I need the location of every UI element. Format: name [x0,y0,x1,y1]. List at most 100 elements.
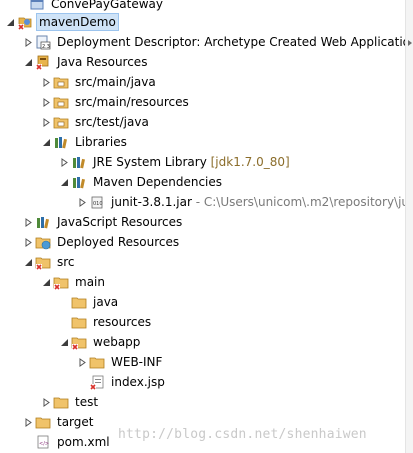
tree-item-label: src/main/java [75,75,156,89]
tree-item-label-group: junit-3.8.1.jar - C:\Users\unicom\.m2\re… [109,194,406,210]
collapse-arrow-icon[interactable] [76,354,88,370]
project-explorer-tree: ConvePayGateway mavenDemo 2.3 Deployment… [0,0,413,453]
tree-item-src[interactable]: src [0,252,406,272]
tree-item-main[interactable]: main [0,272,406,292]
expand-arrow-icon[interactable] [40,134,52,150]
library-icon [70,154,88,170]
scroll-right-arrow-icon[interactable] [406,38,413,48]
tree-item-label: JRE System Library [93,155,207,169]
tree-item-label-group: JRE System Library [jdk1.7.0_80] [91,154,292,170]
expand-arrow-icon[interactable] [4,14,16,30]
tree-item-resources[interactable]: resources [0,312,406,332]
tree-item-src-test-java[interactable]: src/test/java [0,112,406,132]
collapse-arrow-icon[interactable] [40,114,52,130]
folder-icon [70,294,88,310]
watermark-text: http://blog.csdn.net/shenhaiwen [118,427,367,442]
folder-icon [52,394,70,410]
tree-item-label: ConvePayGateway [51,0,163,11]
source-folder-icon [52,114,70,130]
collapse-arrow-icon[interactable] [22,414,34,430]
tree-item-label: Java Resources [57,55,148,69]
tree-item-deployment-descriptor[interactable]: 2.3 Deployment Descriptor: Archetype Cre… [0,32,406,52]
tree-item-src-main-resources[interactable]: src/main/resources [0,92,406,112]
tree-item-label: WEB-INF [111,355,163,369]
tree-item-label: src/test/java [75,115,149,129]
tree-item-label: Deployment Descriptor: Archetype Created… [57,35,406,49]
tree-item-label: Libraries [75,135,127,149]
folder-error-icon [70,334,88,350]
expand-arrow-icon[interactable] [40,274,52,290]
folder-icon [34,414,52,430]
tree-item-jre-system-library[interactable]: JRE System Library [jdk1.7.0_80] [0,152,406,172]
javascript-resources-icon [34,214,52,230]
svg-text:2.3: 2.3 [42,44,50,50]
expand-arrow-icon[interactable] [58,334,70,350]
tree-item-label: src/main/resources [75,95,189,109]
tree-item-maven-dependencies[interactable]: Maven Dependencies [0,172,406,192]
collapse-arrow-icon[interactable] [40,394,52,410]
collapse-arrow-icon[interactable] [22,234,34,250]
tree-item-label: resources [93,315,152,329]
web-project-error-icon [16,14,34,30]
collapse-arrow-icon[interactable] [22,34,34,50]
xml-file-icon: </> [34,434,52,450]
tree-item-label: src [57,255,75,269]
tree-item-javascript-resources[interactable]: JavaScript Resources [0,212,406,232]
library-icon [70,174,88,190]
folder-icon [88,354,106,370]
folder-error-icon [34,254,52,270]
tree-item-label: Maven Dependencies [93,175,223,189]
deployed-resources-icon [34,234,52,250]
expand-arrow-icon[interactable] [22,254,34,270]
collapse-arrow-icon[interactable] [40,94,52,110]
tree-item-label: target [57,415,94,429]
tree-item-mavendemo[interactable]: mavenDemo [0,12,406,32]
tree-item-label: mavenDemo [36,13,119,31]
tree-item-label: test [75,395,99,409]
tree-item-label: index.jsp [111,375,165,389]
expand-arrow-icon[interactable] [58,174,70,190]
tree-item-src-main-java[interactable]: src/main/java [0,72,406,92]
tree-item-junit-jar[interactable]: 010 junit-3.8.1.jar - C:\Users\unicom\.m… [0,192,406,212]
jsp-file-error-icon [88,374,106,390]
source-folder-icon [52,74,70,90]
tree-item-index-jsp[interactable]: index.jsp [0,372,406,392]
collapse-arrow-icon[interactable] [40,74,52,90]
project-icon [28,0,46,12]
tree-item-libraries[interactable]: Libraries [0,132,406,152]
java-resources-error-icon [34,54,52,70]
source-folder-icon [52,94,70,110]
expand-arrow-icon[interactable] [22,54,34,70]
vertical-scrollbar[interactable] [405,0,413,453]
tree-item-label: junit-3.8.1.jar [111,195,192,209]
folder-error-icon [52,274,70,290]
tree-item-label: pom.xml [57,435,110,449]
deployment-descriptor-icon: 2.3 [34,34,52,50]
collapse-arrow-icon[interactable] [22,214,34,230]
tree-item-deployed-resources[interactable]: Deployed Resources [0,232,406,252]
svg-text:010: 010 [93,201,103,207]
svg-text:</>: </> [39,441,49,447]
tree-item-detail: [jdk1.7.0_80] [210,155,290,169]
collapse-arrow-icon[interactable] [58,154,70,170]
folder-icon [70,314,88,330]
tree-item-detail: - C:\Users\unicom\.m2\repository\junit\j… [195,195,406,209]
tree-item-label: JavaScript Resources [57,215,183,229]
libraries-icon [52,134,70,150]
jar-icon: 010 [88,194,106,210]
tree-item-label: main [75,275,105,289]
collapse-arrow-icon[interactable] [76,194,88,210]
tree-item-web-inf[interactable]: WEB-INF [0,352,406,372]
tree-item-label: java [93,295,119,309]
tree-item-java-resources[interactable]: Java Resources [0,52,406,72]
tree-item-test[interactable]: test [0,392,406,412]
tree-item-java[interactable]: java [0,292,406,312]
tree-item-label: webapp [93,335,141,349]
tree-item-webapp[interactable]: webapp [0,332,406,352]
tree-item-label: Deployed Resources [57,235,180,249]
